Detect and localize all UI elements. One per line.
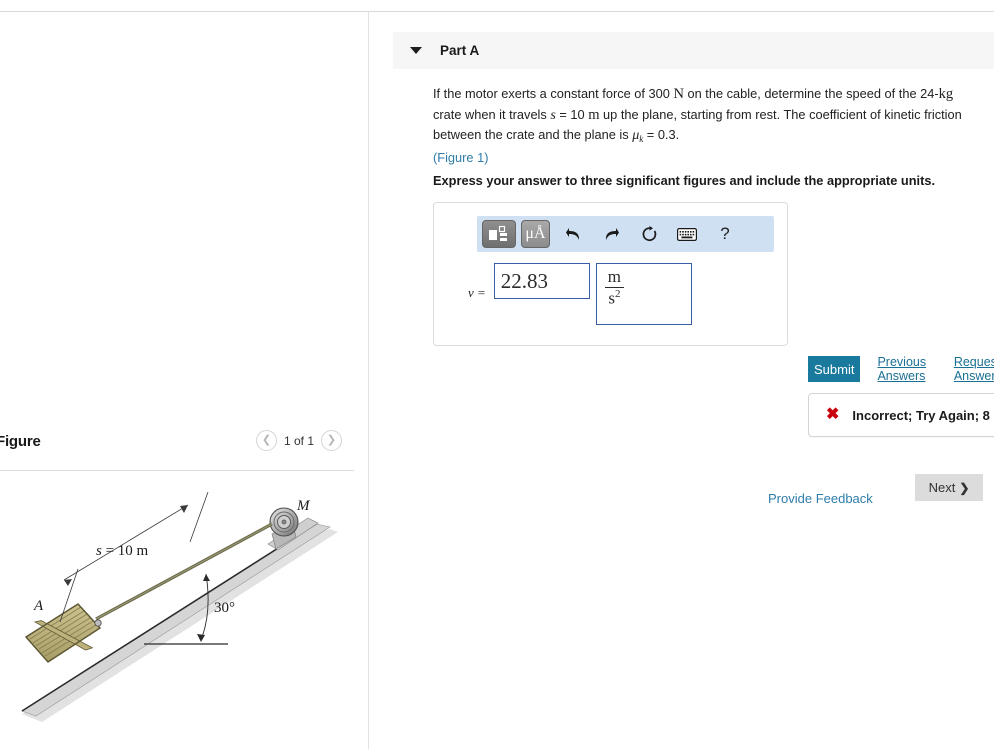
top-divider-right	[393, 11, 994, 12]
unit-newton: N	[673, 86, 684, 102]
column-divider	[368, 12, 369, 749]
help-label: ?	[720, 224, 730, 243]
math-template-glyph	[489, 225, 507, 241]
unit-fraction: m s2	[604, 267, 625, 309]
angle-arrow-bottom	[197, 634, 205, 642]
question-text: If the motor exerts a constant force of …	[433, 84, 978, 167]
submit-button[interactable]: Submit	[808, 356, 861, 382]
express-answer-instruction: Express your answer to three significant…	[433, 173, 936, 188]
answer-entry-card: μÅ ? v = 22.83 m s2	[433, 202, 788, 346]
redo-glyph	[605, 227, 619, 240]
figure-panel-header: Figure ❮ 1 of 1 ❯	[0, 427, 354, 472]
figure-panel-title: Figure	[0, 433, 41, 450]
red-x-icon: ✖	[826, 406, 840, 423]
figure-svg: A M s = 10 m 30°	[21, 491, 338, 722]
keyboard-glyph	[677, 227, 697, 241]
answer-unit-input[interactable]: m s2	[595, 263, 692, 325]
math-editor-toolbar: μÅ ?	[477, 216, 774, 252]
next-button-label: Next	[928, 480, 956, 495]
distance-label: s = 10 m	[96, 543, 149, 559]
keyboard-icon[interactable]	[672, 220, 702, 248]
chevron-down-icon[interactable]	[410, 47, 422, 54]
unit-denominator: s2	[605, 288, 624, 309]
request-answer-link[interactable]: Request Answer	[954, 355, 994, 383]
unit-denominator-exponent: 2	[614, 288, 621, 301]
answer-actions-row: Submit Previous Answers Request Answer	[808, 355, 994, 383]
provide-feedback-link[interactable]: Provide Feedback	[768, 491, 873, 506]
crate-label: A	[33, 598, 44, 614]
question-eq-1: = 10	[555, 107, 589, 123]
dim-ext-right	[189, 491, 209, 543]
problem-panel: Part A If the motor exerts a constant fo…	[375, 11, 994, 749]
unit-numerator: m	[607, 267, 622, 286]
reset-circular-arrow-icon[interactable]	[634, 220, 664, 248]
math-template-icon[interactable]	[482, 220, 516, 248]
micro-angstrom-units-icon[interactable]: μÅ	[521, 220, 550, 248]
dim-arrow-left	[64, 579, 72, 586]
redo-arrow-icon[interactable]	[596, 220, 626, 248]
question-seg-3: crate when it travels	[433, 107, 551, 123]
feedback-message: Incorrect; Try Again; 8 attempts remaini…	[852, 407, 994, 423]
question-eq-2: = 0.3.	[643, 127, 680, 143]
masteringphysics-problem-page: Figure ❮ 1 of 1 ❯ A M s = 10 m 30° Part …	[0, 0, 994, 749]
chevron-right-icon: ❯	[959, 480, 970, 495]
micro-angstrom-label: μÅ	[525, 225, 546, 242]
motor-label: M	[296, 498, 311, 514]
figure-panel: Figure ❮ 1 of 1 ❯ A M s = 10 m 30°	[0, 12, 368, 749]
figure-page-label: 1 of 1	[283, 433, 314, 448]
next-button[interactable]: Next ❯	[915, 474, 983, 501]
figure-header-divider	[0, 470, 354, 471]
feedback-banner-incorrect: ✖ Incorrect; Try Again; 8 attempts remai…	[808, 393, 994, 437]
figure-prev-button[interactable]: ❮	[255, 430, 277, 451]
answer-variable-label: v =	[468, 285, 486, 300]
angle-arrow-top	[203, 574, 210, 581]
undo-glyph	[565, 227, 579, 240]
part-a-title: Part A	[440, 43, 480, 58]
question-seg-1: If the motor exerts a constant force of …	[433, 86, 674, 101]
crate-hook	[94, 619, 102, 627]
answer-value-input[interactable]: 22.83	[493, 263, 590, 299]
help-question-mark-icon[interactable]: ?	[710, 220, 740, 248]
reset-glyph	[642, 225, 656, 241]
figure-image-inclined-plane[interactable]: A M s = 10 m 30°	[0, 482, 360, 732]
question-seg-2: on the cable, determine the speed of the…	[683, 86, 939, 101]
figure-next-button[interactable]: ❯	[321, 430, 342, 451]
unit-kilogram: kg	[938, 86, 954, 102]
unit-denominator-base: s	[608, 289, 615, 309]
unit-meter: m	[588, 107, 600, 124]
part-a-header[interactable]: Part A	[393, 32, 994, 69]
figure-1-link[interactable]: (Figure 1)	[433, 149, 978, 168]
undo-arrow-icon[interactable]	[558, 220, 588, 248]
motor-axle	[281, 519, 287, 525]
previous-answers-link[interactable]: Previous Answers	[877, 355, 936, 383]
angle-label: 30°	[214, 600, 235, 616]
answer-input-row: v = 22.83 m s2	[450, 263, 692, 325]
figure-pager: ❮ 1 of 1 ❯	[255, 430, 342, 451]
